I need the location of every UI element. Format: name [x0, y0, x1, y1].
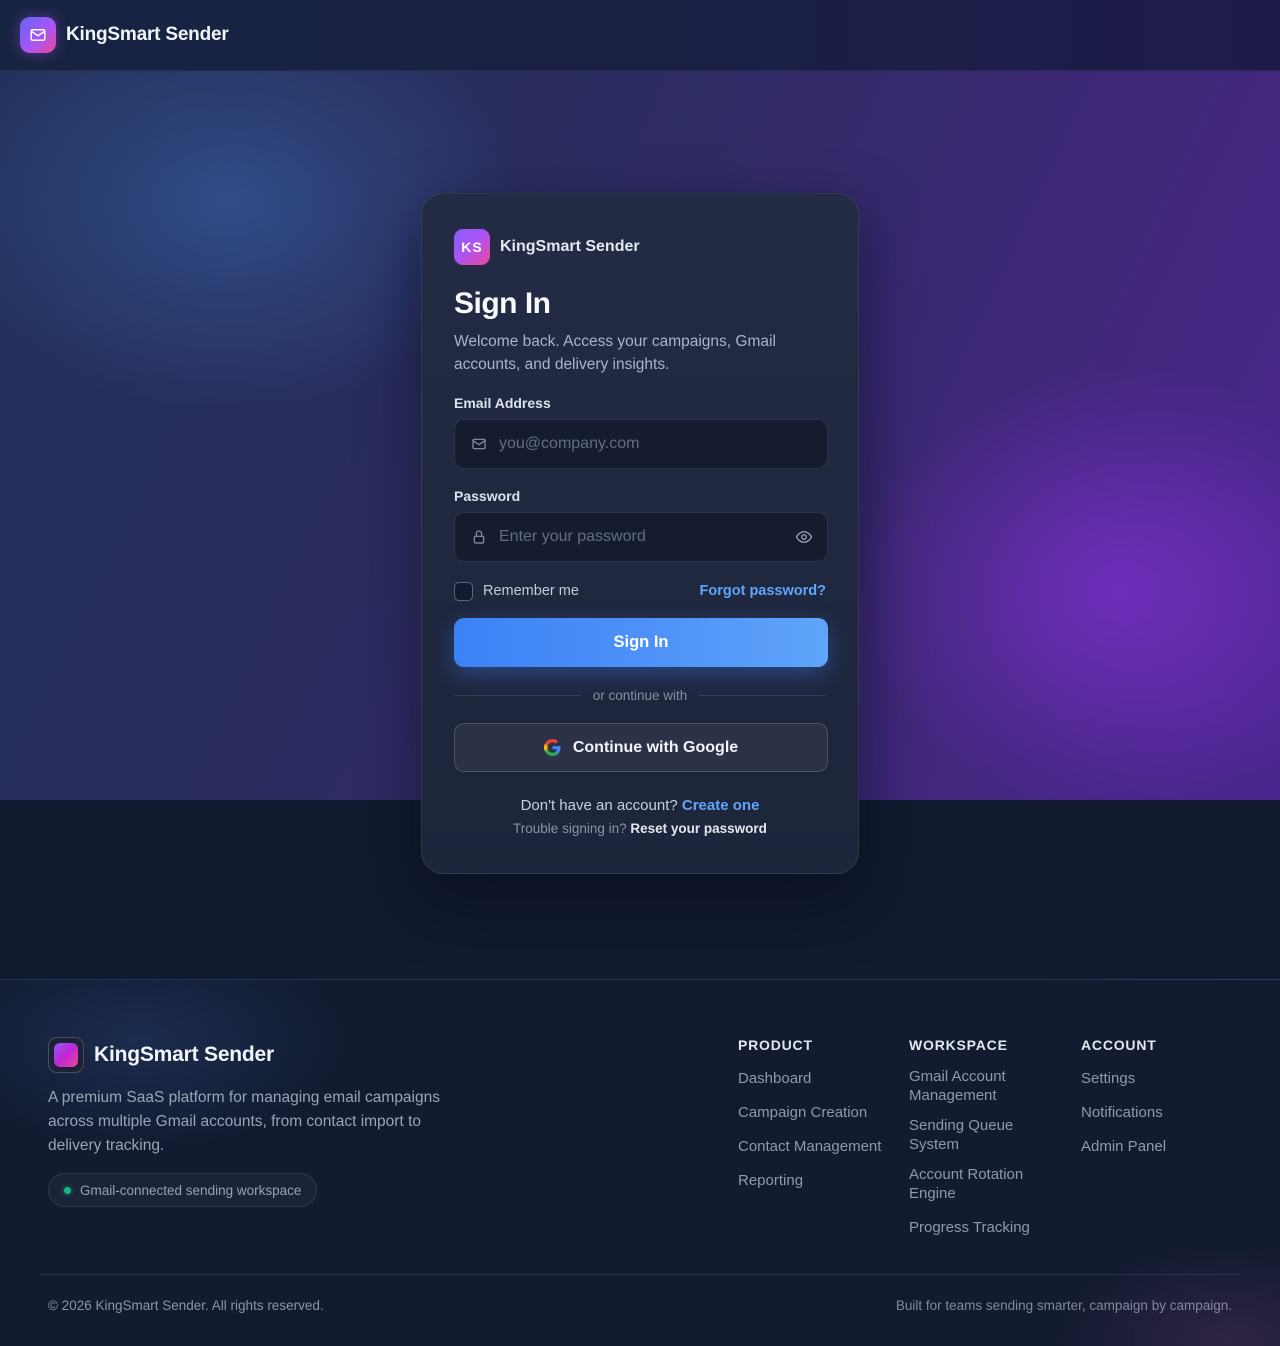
- divider-line: [699, 695, 826, 696]
- google-signin-button[interactable]: Continue with Google: [454, 723, 828, 772]
- lock-icon: [471, 529, 487, 545]
- footer-link-account-rotation[interactable]: Account Rotation Engine: [909, 1165, 1039, 1203]
- eye-icon[interactable]: [795, 528, 813, 546]
- create-account-link[interactable]: Create one: [682, 797, 760, 814]
- card-brand-name: KingSmart Sender: [500, 238, 640, 255]
- email-field-wrapper[interactable]: [454, 419, 828, 469]
- footer-link-progress-tracking[interactable]: Progress Tracking: [909, 1218, 1039, 1237]
- footer-link-notifications[interactable]: Notifications: [1081, 1103, 1166, 1122]
- page-title: Sign In: [454, 287, 551, 320]
- footer-link-settings[interactable]: Settings: [1081, 1069, 1166, 1088]
- divider: or continue with: [454, 688, 826, 703]
- card-brand: KS KingSmart Sender: [454, 229, 826, 265]
- trouble-prompt: Trouble signing in? Reset your password: [454, 821, 826, 836]
- footer: KingSmart Sender A premium SaaS platform…: [0, 979, 1280, 1346]
- mail-icon: [29, 26, 47, 44]
- password-label: Password: [454, 488, 521, 504]
- top-navbar: KingSmart Sender: [0, 0, 1280, 71]
- brand-name[interactable]: KingSmart Sender: [66, 24, 229, 46]
- remember-me[interactable]: Remember me: [454, 581, 579, 601]
- footer-brand: KingSmart Sender: [48, 1037, 274, 1073]
- footer-link-admin-panel[interactable]: Admin Panel: [1081, 1137, 1166, 1156]
- sign-in-button[interactable]: Sign In: [454, 618, 828, 667]
- status-badge: Gmail-connected sending workspace: [48, 1173, 318, 1207]
- footer-link-campaign-creation[interactable]: Campaign Creation: [738, 1103, 881, 1122]
- footer-tagline: Built for teams sending smarter, campaig…: [895, 1298, 1232, 1313]
- footer-link-dashboard[interactable]: Dashboard: [738, 1069, 881, 1088]
- email-label: Email Address: [454, 395, 551, 411]
- signup-text: Don't have an account?: [520, 797, 678, 814]
- password-field[interactable]: [499, 528, 795, 546]
- footer-logo-mark: [54, 1043, 78, 1067]
- divider-line: [454, 695, 581, 696]
- remember-label[interactable]: Remember me: [483, 583, 579, 599]
- google-button-label: Continue with Google: [572, 738, 739, 756]
- footer-column-title: PRODUCT: [738, 1037, 813, 1053]
- signin-card: KS KingSmart Sender Sign In Welcome back…: [421, 193, 859, 874]
- footer-column-title: ACCOUNT: [1081, 1037, 1157, 1053]
- status-badge-text: Gmail-connected sending workspace: [80, 1182, 302, 1198]
- brand-logo[interactable]: [20, 17, 56, 53]
- brand-badge: KS: [454, 229, 490, 265]
- footer-divider: [40, 1274, 1240, 1275]
- footer-column-title: WORKSPACE: [909, 1037, 1008, 1053]
- footer-link-reporting[interactable]: Reporting: [738, 1171, 881, 1190]
- footer-link-sending-queue[interactable]: Sending Queue System: [909, 1116, 1039, 1154]
- footer-link-gmail-account-management[interactable]: Gmail Account Management: [909, 1067, 1039, 1105]
- forgot-password-link[interactable]: Forgot password?: [700, 583, 826, 599]
- remember-row: Remember me Forgot password?: [454, 581, 826, 601]
- footer-column-workspace: WORKSPACE Gmail Account Management Sendi…: [909, 1037, 1039, 1248]
- footer-description: A premium SaaS platform for managing ema…: [48, 1089, 440, 1154]
- mail-icon: [471, 436, 487, 452]
- google-icon: [543, 739, 561, 756]
- footer-column-account: ACCOUNT Settings Notifications Admin Pan…: [1081, 1037, 1166, 1171]
- divider-text: or continue with: [592, 688, 688, 703]
- signup-prompt: Don't have an account? Create one: [454, 797, 826, 814]
- email-field[interactable]: [499, 435, 813, 453]
- password-field-wrapper[interactable]: [454, 512, 828, 562]
- footer-brand-name: KingSmart Sender: [94, 1043, 275, 1066]
- footer-link-contact-management[interactable]: Contact Management: [738, 1137, 881, 1156]
- trouble-text: Trouble signing in?: [513, 821, 627, 836]
- reset-password-link[interactable]: Reset your password: [630, 821, 767, 836]
- footer-column-product: PRODUCT Dashboard Campaign Creation Cont…: [738, 1037, 881, 1205]
- copyright: © 2026 KingSmart Sender. All rights rese…: [48, 1298, 324, 1313]
- footer-logo: [48, 1037, 84, 1073]
- page-subtitle: Welcome back. Access your campaigns, Gma…: [454, 333, 776, 373]
- remember-checkbox[interactable]: [454, 581, 473, 601]
- status-dot-icon: [64, 1186, 71, 1194]
